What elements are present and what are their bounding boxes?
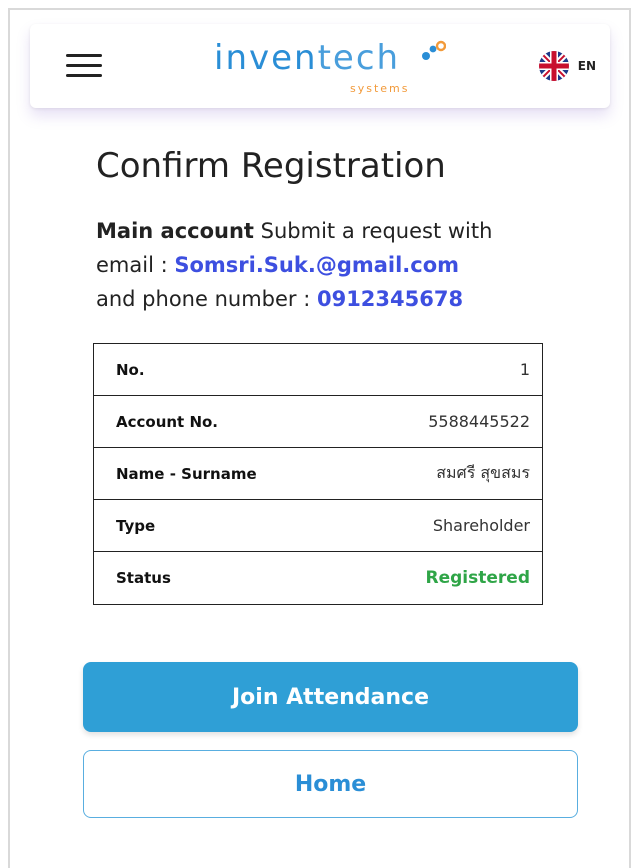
row-value: สมศรี สุขสมร [436, 463, 530, 482]
row-value: Shareholder [432, 516, 530, 535]
table-row: Status Registered [94, 552, 542, 604]
uk-flag-icon [538, 51, 569, 81]
logo-text-tail: tech [317, 38, 401, 78]
page-title: Confirm Registration [96, 146, 446, 186]
row-value: 5588445522 [428, 412, 530, 431]
row-label: Type [116, 516, 156, 535]
main-account-label: Main account [96, 219, 254, 243]
table-row: No. 1 [94, 344, 542, 396]
language-label: EN [577, 59, 596, 73]
row-label: Name - Surname [116, 464, 257, 483]
hamburger-line [66, 74, 102, 77]
email-value: Somsri.Suk.@gmail.com [174, 253, 460, 277]
row-label: No. [116, 360, 145, 379]
hamburger-line [66, 64, 102, 67]
status-badge: Registered [425, 568, 530, 588]
row-label: Status [116, 569, 171, 587]
table-row: Name - Surname สมศรี สุขสมร [94, 448, 542, 500]
top-navbar: inventech systems EN [30, 24, 610, 108]
account-details-table: No. 1 Account No. 5588445522 Name - Surn… [93, 343, 543, 605]
email-label: email : [96, 253, 175, 277]
logo-wordmark: inventech [214, 38, 400, 78]
logo-text-main: inven [214, 38, 318, 78]
table-row: Account No. 5588445522 [94, 396, 542, 448]
registration-intro: Main account Submit a request with email… [96, 214, 576, 316]
table-row: Type Shareholder [94, 500, 542, 552]
row-label: Account No. [116, 412, 219, 431]
menu-button[interactable] [66, 54, 102, 78]
phone-label: and phone number : [96, 287, 317, 311]
join-attendance-button[interactable]: Join Attendance [83, 662, 578, 732]
inventech-logo: inventech systems [214, 38, 446, 98]
phone-value: 0912345678 [316, 287, 464, 311]
hamburger-menu-icon [66, 54, 102, 57]
intro-text: Submit a request with [253, 219, 493, 243]
row-value: 1 [519, 360, 530, 379]
language-selector[interactable]: EN [538, 50, 596, 82]
home-button[interactable]: Home [83, 750, 578, 818]
logo-subtitle: systems [350, 82, 410, 95]
logo-dots-icon [422, 40, 446, 60]
